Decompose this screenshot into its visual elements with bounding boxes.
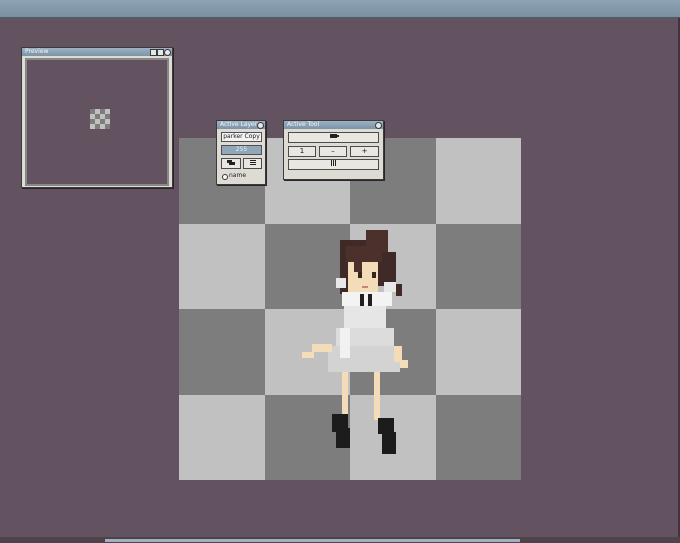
scrollbar-thumb[interactable] bbox=[105, 539, 520, 542]
preview-thumbnail bbox=[90, 109, 110, 129]
opacity-slider[interactable]: 255 bbox=[221, 145, 262, 155]
close-icon[interactable] bbox=[257, 122, 264, 129]
pattern-icon[interactable] bbox=[288, 159, 379, 170]
window-titlebar bbox=[0, 0, 680, 18]
active-tool-panel: Active Tool 1 – + bbox=[283, 120, 384, 180]
active-tool-title: Active Tool bbox=[284, 121, 383, 129]
radio-label: name bbox=[229, 172, 247, 179]
layer-name-field[interactable]: parker Copy bbox=[221, 132, 262, 142]
checker-cell bbox=[179, 223, 265, 309]
character-sprite bbox=[302, 230, 408, 454]
settings-icon[interactable] bbox=[157, 49, 164, 56]
horizontal-scrollbar[interactable] bbox=[0, 537, 680, 543]
preview-panel: Preview bbox=[21, 47, 173, 188]
menu-icon[interactable] bbox=[243, 158, 262, 169]
brush-icon[interactable] bbox=[288, 132, 379, 143]
minimize-icon[interactable] bbox=[150, 49, 157, 56]
active-layer-panel: Active Layer parker Copy 255 name bbox=[216, 120, 266, 185]
close-icon[interactable] bbox=[164, 49, 171, 56]
checker-cell bbox=[179, 394, 265, 480]
checker-cell bbox=[435, 394, 521, 480]
preview-viewport[interactable] bbox=[25, 58, 169, 186]
thumbnail-cell bbox=[105, 124, 110, 129]
name-radio[interactable] bbox=[222, 174, 228, 180]
checker-cell bbox=[435, 309, 521, 395]
checker-cell bbox=[435, 223, 521, 309]
increase-size-button[interactable]: + bbox=[350, 146, 379, 157]
decrease-size-button[interactable]: – bbox=[319, 146, 347, 157]
brush-size-value[interactable]: 1 bbox=[288, 146, 316, 157]
checker-cell bbox=[179, 309, 265, 395]
checker-cell bbox=[435, 138, 521, 224]
layers-icon[interactable] bbox=[221, 158, 241, 169]
close-icon[interactable] bbox=[375, 122, 382, 129]
